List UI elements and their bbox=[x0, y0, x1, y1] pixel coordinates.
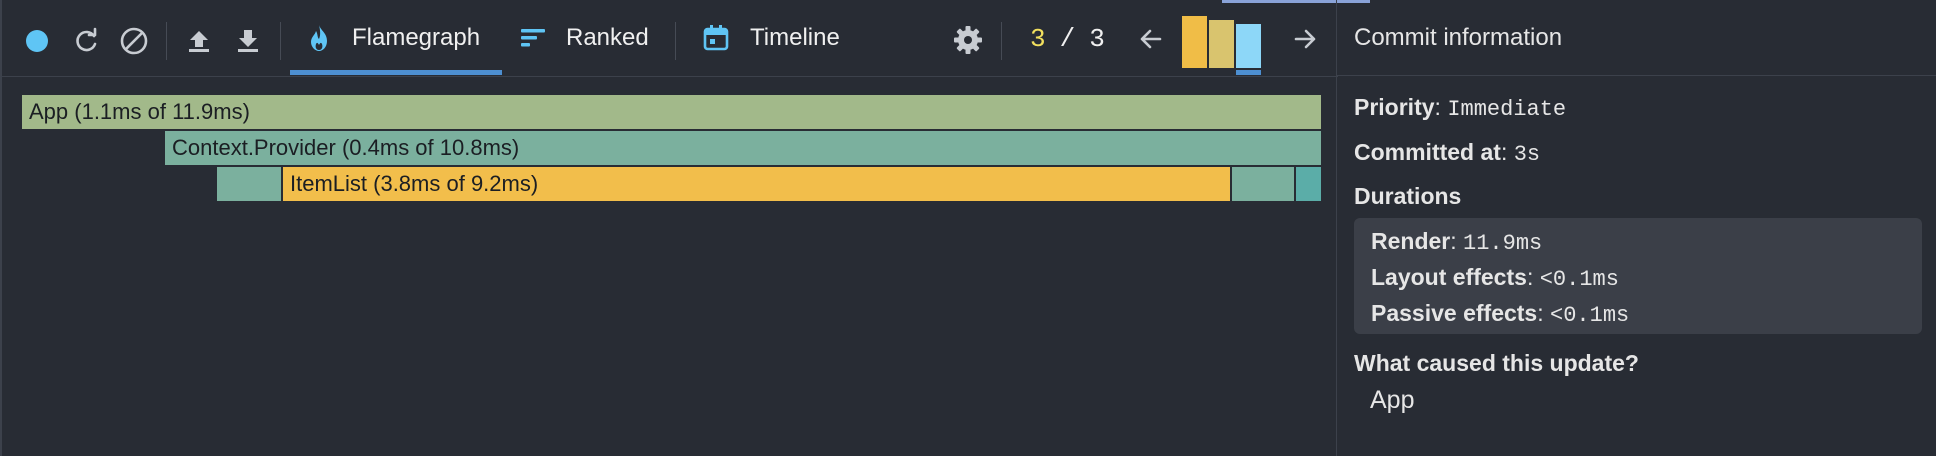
update-cause-component[interactable]: App bbox=[1370, 386, 1414, 415]
priority-value: Immediate bbox=[1447, 97, 1567, 122]
durations-box: Render: 11.9ms Layout effects: <0.1ms Pa… bbox=[1354, 218, 1922, 334]
render-label: Render bbox=[1371, 228, 1451, 254]
committed-at-row: Committed at: 3s bbox=[1354, 139, 1541, 167]
durations-heading: Durations bbox=[1354, 183, 1461, 210]
record-button[interactable] bbox=[20, 24, 54, 58]
toolbar-separator bbox=[280, 22, 281, 60]
priority-row: Priority: Immediate bbox=[1354, 94, 1567, 122]
selected-commit-indicator bbox=[1236, 70, 1261, 75]
settings-button[interactable] bbox=[950, 22, 986, 58]
durations-heading-text: Durations bbox=[1354, 183, 1462, 209]
flame-frame-unlabeled[interactable] bbox=[1296, 167, 1321, 201]
passive-effects-value: <0.1ms bbox=[1550, 303, 1630, 328]
passive-effects-label: Passive effects bbox=[1371, 300, 1538, 326]
commit-bar-1[interactable] bbox=[1182, 16, 1207, 68]
profiler-main-pane: Flamegraph Ranked Timeline 3 / 3 App (1.… bbox=[0, 0, 1338, 456]
clear-profiling-data-button[interactable] bbox=[117, 24, 151, 58]
next-commit-button[interactable] bbox=[1288, 22, 1322, 56]
render-value: 11.9ms bbox=[1463, 231, 1543, 256]
priority-label: Priority bbox=[1354, 94, 1435, 120]
flame-frame-context-provider[interactable]: Context.Provider (0.4ms of 10.8ms) bbox=[165, 131, 1321, 165]
toolbar-separator bbox=[675, 22, 676, 60]
committed-at-value: 3s bbox=[1513, 142, 1541, 167]
current-commit-number: 3 bbox=[1030, 24, 1046, 54]
flamegraph-chart: App (1.1ms of 11.9ms) Context.Provider (… bbox=[2, 76, 1338, 456]
flame-frame-app[interactable]: App (1.1ms of 11.9ms) bbox=[22, 95, 1321, 129]
tab-flamegraph-label: Flamegraph bbox=[352, 24, 481, 51]
toolbar-separator bbox=[166, 22, 167, 60]
download-icon bbox=[238, 30, 258, 52]
update-cause-heading: What caused this update? bbox=[1354, 350, 1639, 377]
sidebar-header: Commit information bbox=[1337, 0, 1936, 76]
update-cause-component-label: App bbox=[1370, 386, 1415, 414]
save-profile-button[interactable] bbox=[231, 24, 265, 58]
toolbar-separator bbox=[1001, 22, 1002, 60]
commit-bar-2[interactable] bbox=[1209, 20, 1234, 68]
flame-frame-unlabeled[interactable] bbox=[1232, 167, 1294, 201]
layout-effects-label: Layout effects bbox=[1371, 264, 1527, 290]
arrow-left-icon bbox=[1140, 29, 1162, 49]
flame-frame-label: Context.Provider (0.4ms of 10.8ms) bbox=[172, 135, 520, 160]
active-tab-indicator bbox=[290, 70, 502, 75]
commit-counter: 3 / 3 bbox=[1030, 22, 1105, 56]
previous-commit-button[interactable] bbox=[1134, 22, 1168, 56]
flame-icon bbox=[311, 25, 327, 51]
flame-frame-itemlist[interactable]: ItemList (3.8ms of 9.2ms) bbox=[283, 167, 1230, 201]
tab-timeline[interactable]: Timeline bbox=[702, 0, 840, 76]
tab-timeline-label: Timeline bbox=[750, 24, 840, 51]
layout-effects-value: <0.1ms bbox=[1539, 267, 1619, 292]
commit-info-sidebar: Commit information Priority: Immediate C… bbox=[1336, 0, 1936, 456]
record-dot-icon bbox=[26, 30, 48, 52]
passive-effects-row: Passive effects: <0.1ms bbox=[1371, 300, 1630, 328]
flame-frame-label: App (1.1ms of 11.9ms) bbox=[29, 99, 250, 124]
load-profile-button[interactable] bbox=[182, 24, 216, 58]
tab-ranked[interactable]: Ranked bbox=[520, 0, 649, 76]
sidebar-title: Commit information bbox=[1354, 23, 1563, 51]
upload-icon bbox=[189, 31, 209, 52]
tab-flamegraph[interactable]: Flamegraph bbox=[306, 0, 480, 76]
flame-frame-label: ItemList (3.8ms of 9.2ms) bbox=[290, 171, 539, 196]
committed-at-label: Committed at bbox=[1354, 139, 1501, 165]
reload-and-profile-button[interactable] bbox=[70, 24, 104, 58]
layout-effects-row: Layout effects: <0.1ms bbox=[1371, 264, 1619, 292]
commit-selector-chart[interactable] bbox=[1180, 0, 1264, 76]
flame-frame-unlabeled[interactable] bbox=[217, 167, 281, 201]
render-duration-row: Render: 11.9ms bbox=[1371, 228, 1543, 256]
gear-icon bbox=[954, 26, 982, 54]
clear-circle-icon bbox=[120, 27, 148, 55]
arrow-right-icon bbox=[1294, 29, 1316, 49]
profiler-toolbar: Flamegraph Ranked Timeline 3 / 3 bbox=[2, 0, 1338, 77]
update-cause-heading-text: What caused this update? bbox=[1354, 350, 1639, 376]
reload-icon bbox=[76, 27, 97, 52]
total-commits-number: 3 bbox=[1089, 24, 1105, 54]
commit-counter-separator: / bbox=[1059, 24, 1076, 54]
ranked-bars-icon bbox=[521, 29, 545, 47]
calendar-icon bbox=[703, 25, 729, 51]
tab-ranked-label: Ranked bbox=[566, 24, 649, 51]
commit-bar-3[interactable] bbox=[1236, 24, 1261, 68]
